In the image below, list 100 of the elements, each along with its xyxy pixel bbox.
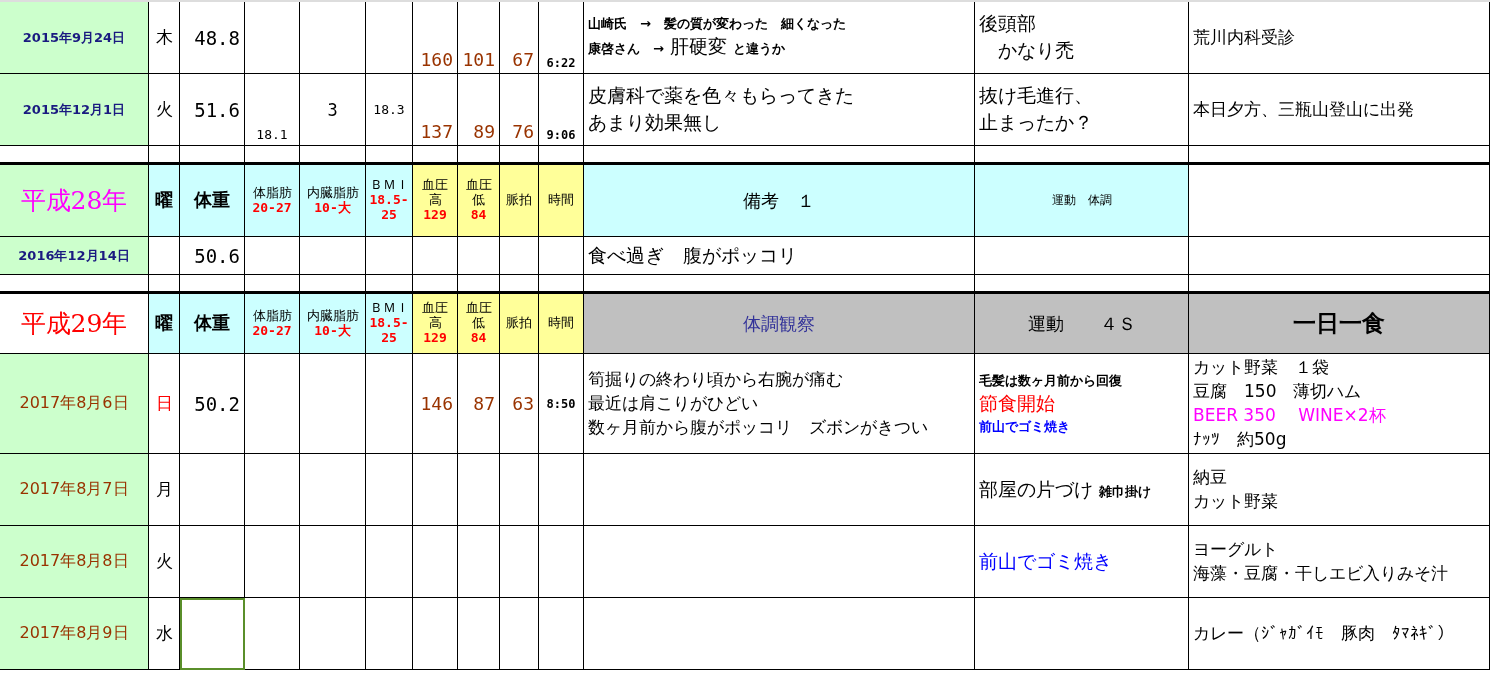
date-cell: 2016年12月14日 bbox=[0, 237, 149, 275]
meal-text: 荒川内科受診 bbox=[1193, 26, 1295, 49]
exercise-text: 毛髪は数ヶ月前から回復 bbox=[979, 371, 1122, 390]
column-heading: 血圧 bbox=[422, 178, 448, 193]
column-heading: 曜 bbox=[155, 313, 173, 334]
table-cell: 89 bbox=[458, 74, 500, 146]
empty-cell bbox=[366, 2, 413, 74]
note-text: 肝硬変 bbox=[669, 34, 727, 59]
empty-cell bbox=[245, 454, 300, 526]
range-label: 25 bbox=[381, 207, 397, 223]
column-heading: 時間 bbox=[548, 316, 574, 331]
empty-cell bbox=[413, 454, 458, 526]
table-cell: 6:22 bbox=[539, 2, 584, 74]
column-heading: 体脂肪 bbox=[252, 185, 292, 201]
empty-cell bbox=[458, 598, 500, 670]
column-heading: 内臓脂肪 bbox=[306, 185, 359, 201]
table-cell: 101 bbox=[458, 2, 500, 74]
table-cell: 146 bbox=[413, 354, 458, 454]
range-label: 20-27 bbox=[252, 323, 292, 339]
exercise-text: 節食開始 bbox=[979, 390, 1055, 416]
date-cell: 2015年9月24日 bbox=[0, 2, 149, 74]
empty-cell bbox=[413, 598, 458, 670]
meal-text: ヨーグルト bbox=[1193, 538, 1278, 561]
meal-text: 海藻・豆腐・干しエビ入りみそ汁 bbox=[1193, 562, 1448, 585]
date-cell: 2017年8月6日 bbox=[0, 354, 149, 454]
table-cell: 87 bbox=[458, 354, 500, 454]
column-heading: 体脂肪 bbox=[252, 308, 292, 324]
note-text: 皮膚科で薬を色々もらってきた bbox=[588, 83, 854, 108]
note-text: 食べ過ぎ 腹がポッコリ bbox=[588, 242, 797, 268]
meal-text: 本日夕方、三瓶山登山に出発 bbox=[1193, 98, 1414, 121]
column-heading: 備考 １ bbox=[584, 165, 975, 237]
weekday-cell: 火 bbox=[149, 526, 180, 598]
column-heading: 体調観察 bbox=[584, 294, 975, 354]
meal-text: ﾅｯﾂ 約50g bbox=[1193, 428, 1287, 451]
column-heading: 運動 ４Ｓ bbox=[975, 294, 1189, 354]
column-heading: ＢＭＩ bbox=[369, 178, 409, 194]
table-cell: 50.6 bbox=[180, 237, 245, 275]
empty-cell bbox=[300, 598, 366, 670]
exercise-text: 後頭部 bbox=[979, 11, 1036, 36]
table-cell: 18.1 bbox=[245, 74, 300, 146]
empty-cell bbox=[458, 454, 500, 526]
empty-cell bbox=[366, 598, 413, 670]
meal-text: カレー（ｼﾞｬｶﾞｲﾓ 豚肉 ﾀﾏﾈｷﾞ） bbox=[1193, 622, 1454, 645]
empty-cell bbox=[245, 598, 300, 670]
range-label: 25 bbox=[381, 330, 397, 346]
table-cell: 67 bbox=[500, 2, 539, 74]
weekday-cell: 水 bbox=[149, 598, 180, 670]
table-cell: 3 bbox=[300, 74, 366, 146]
weekday-cell: 木 bbox=[149, 2, 180, 74]
table-cell: 137 bbox=[413, 74, 458, 146]
exercise-text: かなり禿 bbox=[997, 38, 1074, 63]
meal-text: カット野菜 bbox=[1193, 490, 1278, 513]
empty-cell bbox=[366, 526, 413, 598]
exercise-text: 部屋の片づけ bbox=[979, 476, 1093, 502]
date-cell: 2017年8月9日 bbox=[0, 598, 149, 670]
column-heading: 高 bbox=[428, 316, 442, 331]
meal-text: 納豆 bbox=[1193, 466, 1227, 489]
empty-cell bbox=[458, 526, 500, 598]
range-label: 20-27 bbox=[252, 200, 292, 216]
column-heading: 血圧 bbox=[465, 301, 492, 317]
exercise-text: 前山でゴミ焼き bbox=[979, 548, 1112, 574]
column-heading: 高 bbox=[428, 193, 442, 208]
note-text: 数ヶ月前から腹がポッコリ ズボンがきつい bbox=[588, 416, 928, 439]
column-heading: 低 bbox=[472, 193, 485, 208]
weekday-cell: 火 bbox=[149, 74, 180, 146]
table-cell: 18.3 bbox=[366, 74, 413, 146]
range-label: 10-大 bbox=[314, 323, 351, 339]
empty-cell bbox=[539, 598, 584, 670]
range-label: 10-大 bbox=[314, 200, 351, 216]
empty-cell bbox=[539, 526, 584, 598]
date-cell: 2017年8月8日 bbox=[0, 526, 149, 598]
year-heading: 平成29年 bbox=[0, 294, 149, 354]
meal-text: 豆腐 150 薄切ハム bbox=[1193, 380, 1362, 403]
date-cell: 2017年8月7日 bbox=[0, 454, 149, 526]
table-cell: 51.6 bbox=[180, 74, 245, 146]
column-heading: 体重 bbox=[194, 190, 230, 211]
note-text: 筍掘りの終わり頃から右腕が痛む bbox=[588, 368, 843, 391]
column-heading: 脈拍 bbox=[506, 193, 532, 208]
selected-cell[interactable] bbox=[180, 598, 245, 670]
range-label: 18.5- bbox=[369, 316, 409, 331]
exercise-text: 止まったか？ bbox=[979, 110, 1093, 135]
meal-text: カット野菜 １袋 bbox=[1193, 356, 1329, 379]
empty-cell bbox=[245, 526, 300, 598]
range-label: 84 bbox=[470, 330, 487, 346]
exercise-text: 前山でゴミ焼き bbox=[979, 417, 1070, 436]
range-label: 84 bbox=[470, 207, 487, 223]
empty-cell bbox=[300, 2, 366, 74]
column-heading: 一日一食 bbox=[1189, 294, 1490, 354]
empty-cell bbox=[413, 526, 458, 598]
note-text: 最近は肩こりがひどい bbox=[588, 392, 758, 415]
column-heading: 血圧 bbox=[465, 178, 492, 194]
weekday-cell: 日 bbox=[149, 354, 180, 454]
empty-cell bbox=[300, 454, 366, 526]
column-heading: 脈拍 bbox=[506, 316, 532, 331]
empty-cell bbox=[500, 526, 539, 598]
year-heading: 平成28年 bbox=[0, 165, 149, 237]
range-label: 129 bbox=[423, 330, 447, 346]
empty-cell bbox=[245, 2, 300, 74]
range-label: 129 bbox=[423, 207, 447, 223]
table-cell: 8:50 bbox=[539, 354, 584, 454]
